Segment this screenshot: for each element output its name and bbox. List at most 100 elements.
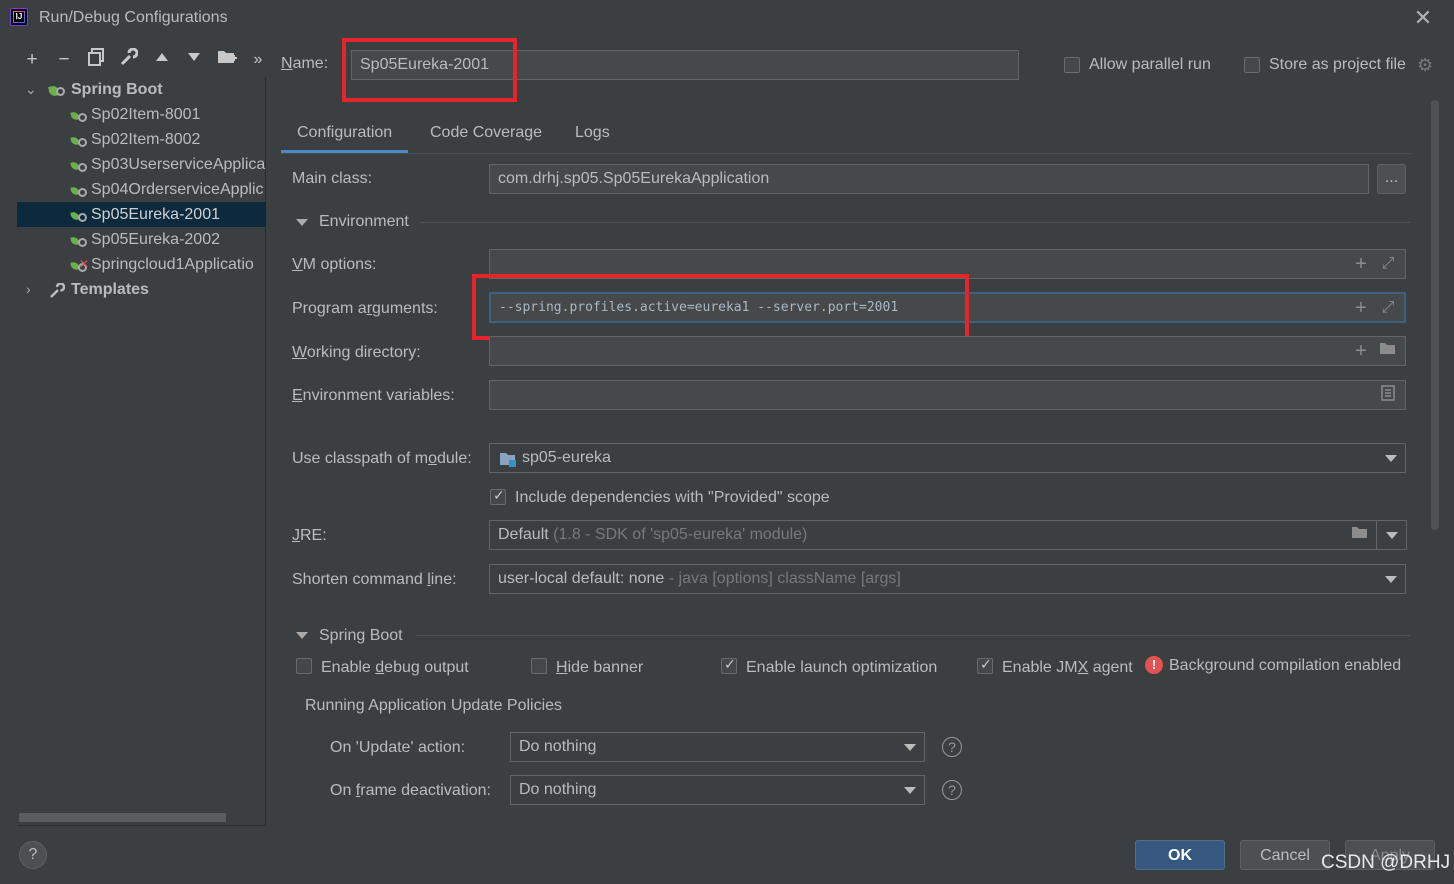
tree-item-label: Springcloud1Applicatio — [91, 256, 254, 273]
allow-parallel-run-checkbox[interactable] — [1064, 57, 1080, 73]
tree-group-label: Templates — [71, 281, 149, 298]
close-icon[interactable]: ✕ — [1411, 6, 1435, 30]
enable-jmx-agent-checkbox[interactable] — [977, 656, 993, 674]
add-icon[interactable]: + — [1351, 341, 1371, 361]
name-label: Name: — [281, 55, 329, 72]
environment-variables-input[interactable] — [489, 380, 1406, 410]
on-update-action-label: On 'Update' action: — [330, 739, 466, 756]
on-frame-deactivation-value: Do nothing — [519, 781, 597, 798]
help-icon[interactable]: ? — [942, 737, 962, 757]
classpath-module-select[interactable]: sp05-eureka — [489, 443, 1406, 473]
chevron-right-icon[interactable]: › — [26, 277, 31, 302]
tree-group-templates[interactable]: › Templates — [17, 277, 266, 302]
help-icon[interactable]: ? — [942, 780, 962, 800]
chevron-down-icon[interactable] — [904, 787, 916, 794]
spring-boot-config-icon — [70, 233, 87, 247]
tree-item[interactable]: Sp02Item-8001 — [17, 102, 266, 127]
folder-icon[interactable] — [1350, 525, 1370, 545]
tab-code-coverage[interactable]: Code Coverage — [414, 120, 558, 154]
include-provided-deps-checkbox[interactable] — [490, 487, 506, 505]
on-update-action-value: Do nothing — [519, 738, 597, 755]
enable-launch-optimization-checkbox[interactable] — [721, 656, 737, 674]
gear-icon[interactable]: ⚙ — [1417, 55, 1433, 76]
tab-divider — [281, 153, 1411, 154]
add-icon[interactable]: + — [1351, 254, 1371, 274]
hide-banner-checkbox[interactable] — [531, 658, 547, 674]
add-configuration-button[interactable]: + — [20, 48, 44, 72]
spring-boot-config-icon — [70, 158, 87, 172]
annotation-highlight-box — [342, 38, 517, 102]
wrench-icon[interactable] — [117, 47, 141, 72]
cancel-button[interactable]: Cancel — [1240, 840, 1330, 870]
tree-item[interactable]: Sp04OrderserviceApplic — [17, 177, 266, 202]
tree-item[interactable]: Sp02Item-8002 — [17, 127, 266, 152]
on-frame-deactivation-select[interactable]: Do nothing — [510, 775, 925, 805]
working-directory-input[interactable]: + — [489, 336, 1406, 366]
browse-main-class-button[interactable]: ... — [1377, 164, 1406, 194]
section-divider — [416, 635, 1410, 636]
store-as-project-file-checkbox[interactable] — [1244, 57, 1260, 73]
chevron-down-icon[interactable]: ⌄ — [25, 77, 37, 102]
section-divider — [420, 222, 1410, 223]
enable-debug-output-checkbox[interactable] — [296, 658, 312, 674]
spring-boot-icon — [48, 83, 65, 97]
tree-horizontal-scrollbar[interactable] — [19, 813, 226, 822]
background-compilation-label: Background compilation enabled — [1169, 657, 1402, 674]
tree-item-label: Sp04OrderserviceApplic — [91, 181, 264, 198]
shorten-command-line-select[interactable]: user-local default: none - java [options… — [489, 564, 1406, 594]
move-down-icon[interactable] — [182, 48, 206, 72]
enable-jmx-agent-label: Enable JMX agent — [1002, 659, 1133, 676]
remove-configuration-button[interactable]: − — [52, 48, 76, 72]
new-folder-icon[interactable] — [215, 48, 239, 72]
spring-boot-section-label: Spring Boot — [319, 627, 403, 644]
classpath-module-value: sp05-eureka — [522, 449, 611, 466]
chevron-down-icon[interactable] — [1386, 532, 1398, 539]
tree-item-label: Sp02Item-8002 — [91, 131, 201, 148]
environment-section-label: Environment — [319, 213, 409, 230]
more-actions-icon[interactable]: » — [246, 48, 270, 72]
chevron-down-icon[interactable] — [1385, 576, 1397, 583]
error-icon: ! — [1145, 656, 1163, 674]
tree-group-spring-boot[interactable]: ⌄ Spring Boot — [17, 77, 266, 102]
tab-logs[interactable]: Logs — [559, 120, 626, 154]
tree-item-label: Sp03UserserviceApplica — [91, 156, 266, 173]
move-up-icon[interactable] — [150, 48, 174, 72]
expand-icon[interactable]: ⤢ — [1378, 254, 1398, 274]
main-class-input[interactable]: com.drhj.sp05.Sp05EurekaApplication — [489, 164, 1369, 194]
shorten-value: user-local default: none - java [options… — [498, 570, 901, 587]
tree-item-selected[interactable]: Sp05Eureka-2001 — [17, 202, 266, 227]
include-provided-deps-label: Include dependencies with "Provided" sco… — [515, 489, 830, 506]
help-button[interactable]: ? — [19, 841, 47, 869]
copy-configuration-icon[interactable] — [84, 48, 108, 72]
chevron-down-icon[interactable] — [904, 744, 916, 751]
ok-button[interactable]: OK — [1135, 840, 1225, 870]
chevron-down-icon[interactable] — [1385, 455, 1397, 462]
program-arguments-label: Program arguments: — [292, 300, 438, 317]
classpath-label: Use classpath of module: — [292, 450, 472, 467]
folder-icon[interactable] — [1378, 341, 1398, 361]
tab-configuration[interactable]: Configuration — [281, 120, 409, 154]
spring-boot-config-icon — [70, 208, 87, 222]
collapse-arrow-icon[interactable] — [296, 219, 308, 226]
configuration-tree[interactable]: ⌄ Spring Boot Sp02Item-8001 Sp02Item-800… — [17, 77, 266, 826]
expand-icon[interactable]: ⤢ — [1378, 298, 1398, 318]
intellij-app-icon: IJ — [10, 8, 28, 26]
on-update-action-select[interactable]: Do nothing — [510, 732, 925, 762]
add-icon[interactable]: + — [1351, 298, 1371, 318]
jre-select[interactable]: Default (1.8 - SDK of 'sp05-eureka' modu… — [489, 520, 1407, 550]
hide-banner-label: Hide banner — [556, 659, 644, 676]
jre-label: JRE: — [292, 527, 327, 544]
tree-item[interactable]: Sp03UserserviceApplica — [17, 152, 266, 177]
shorten-hint: - java [options] className [args] — [668, 570, 901, 587]
module-icon — [499, 451, 517, 472]
spring-boot-config-icon — [70, 183, 87, 197]
collapse-arrow-icon[interactable] — [296, 632, 308, 639]
vertical-scrollbar[interactable] — [1431, 100, 1439, 530]
spring-boot-config-error-icon: ✕ — [70, 257, 89, 272]
tree-item[interactable]: Sp05Eureka-2002 — [17, 227, 266, 252]
shorten-command-line-label: Shorten command line: — [292, 571, 457, 588]
spring-boot-config-icon — [70, 133, 87, 147]
edit-list-icon[interactable] — [1378, 385, 1398, 405]
tree-item[interactable]: ✕ Springcloud1Applicatio — [17, 252, 266, 277]
working-directory-label: Working directory: — [292, 344, 421, 361]
